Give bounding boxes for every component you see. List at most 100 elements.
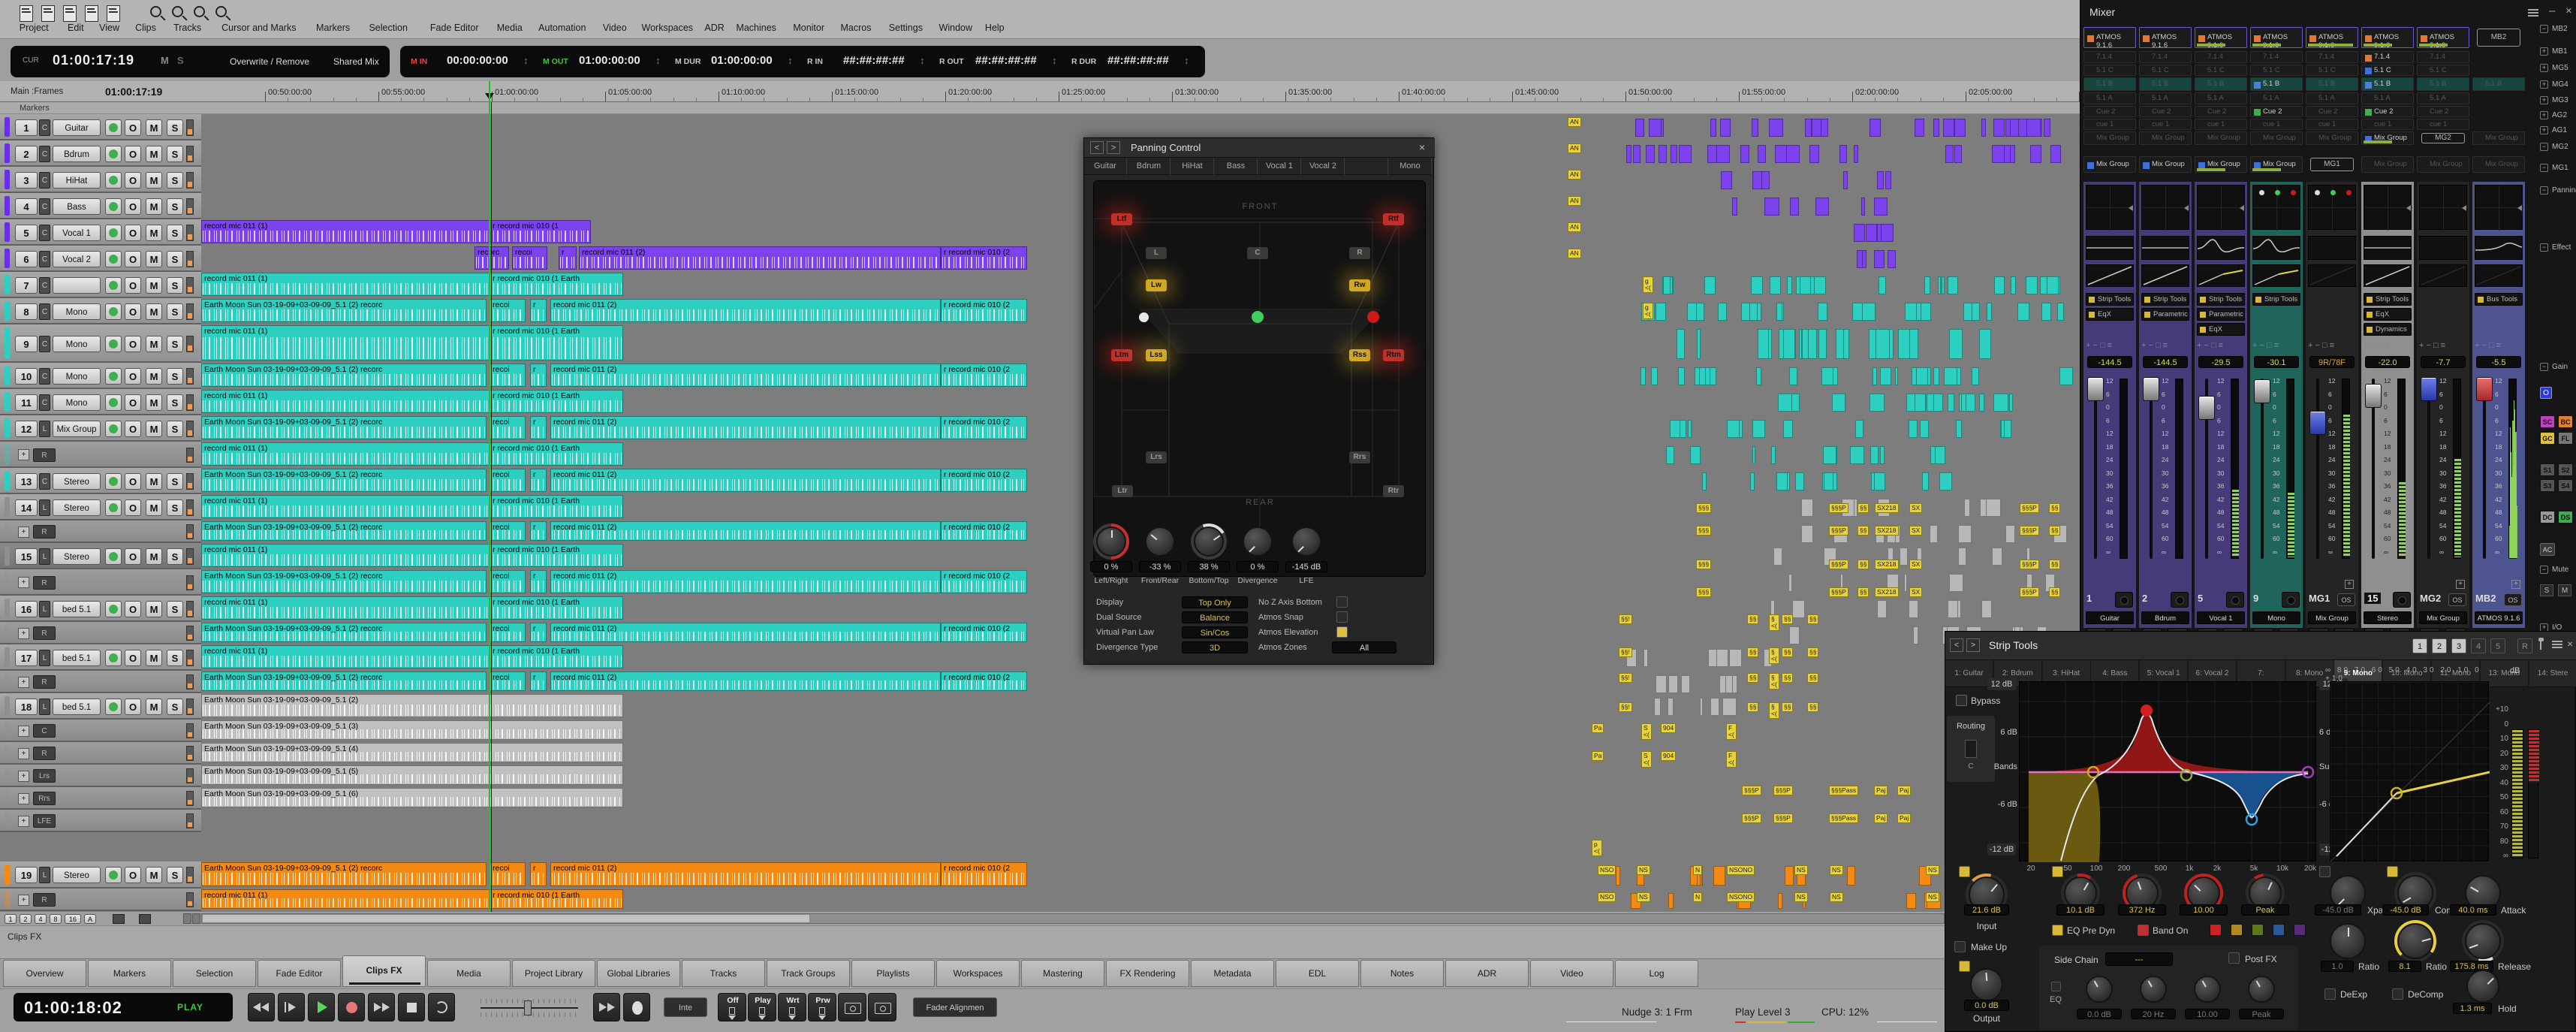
expand-icon[interactable]: + [18, 793, 29, 804]
strip-gain-ramp-display[interactable] [2308, 264, 2356, 287]
clip-fragment[interactable] [1690, 446, 1701, 464]
track-record-ready-button[interactable] [105, 394, 122, 411]
bus-button-5-1-A[interactable]: 5.1 A [2361, 92, 2414, 104]
fx-enable-icon[interactable] [2255, 297, 2261, 303]
clip-fragment[interactable] [1818, 303, 1827, 321]
fader-handle[interactable] [2198, 396, 2215, 420]
clip-fragment[interactable] [1880, 446, 1885, 464]
track-mode-button[interactable]: C [39, 394, 50, 411]
clip-fragment[interactable] [1956, 420, 1962, 438]
knob[interactable] [1243, 527, 1273, 557]
bus-button-ATMOS-9-1-6[interactable]: ATMOS 9.1.6 [2417, 27, 2469, 48]
clip-fragment[interactable] [1656, 675, 1667, 693]
bottom-tab-global-libraries[interactable]: Global Libraries [597, 960, 680, 987]
fx-enable-icon[interactable] [2144, 312, 2150, 318]
offline-clip-badge[interactable]: §§ [1747, 614, 1758, 624]
bus-button-Mix-Group[interactable]: Mix Group [2195, 131, 2247, 145]
menu-edit[interactable]: Edit [59, 23, 92, 38]
bottom-tab-clips-fx[interactable]: Clips FX [342, 955, 426, 987]
transport-rewind-button[interactable] [248, 993, 275, 1021]
bus-button-5-1-C[interactable]: 5.1 C [2083, 65, 2136, 76]
sub-channel-button[interactable]: Rrs [33, 792, 56, 805]
jog-slider[interactable] [481, 999, 578, 1017]
clip-fragment[interactable] [1966, 394, 1975, 412]
clip-fragment[interactable] [1904, 574, 1907, 592]
offline-clip-badge[interactable]: §<( [1769, 673, 1779, 690]
fader-handle[interactable] [2143, 377, 2159, 401]
bottom-tab-log[interactable]: Log [1615, 960, 1698, 987]
clip-fragment[interactable] [1678, 367, 1685, 385]
audio-clip[interactable]: record mic 011 (1) [201, 325, 490, 361]
bus-button-5-1-C[interactable]: 5.1 C [2139, 65, 2192, 76]
fader-handle[interactable] [2254, 379, 2270, 403]
track-number[interactable]: 19 [15, 867, 38, 883]
bus-button-Mix-Group[interactable]: Mix Group [2306, 131, 2358, 145]
snapshot-camera-button-2[interactable] [868, 993, 896, 1021]
audio-clip[interactable]: r [530, 416, 547, 439]
bus-button-5-1-C[interactable]: 5.1 C [2417, 65, 2469, 76]
offline-clip-badge[interactable]: S<( [1641, 723, 1652, 740]
audio-clip[interactable]: record mic 011 (1) [201, 442, 490, 466]
clip-fragment[interactable] [1713, 866, 1725, 886]
bus-button-5-1-A[interactable]: 5.1 A [2250, 92, 2303, 104]
audio-clip[interactable]: Earth Moon Sun 03-19-09+03-09-09_5.1 (2)… [201, 671, 487, 691]
clip-fragment[interactable] [1778, 893, 1782, 909]
fx-slot-Strip-Tools[interactable]: Strip Tools [2252, 293, 2300, 306]
track-number[interactable]: 1 [15, 119, 38, 136]
setting-checkbox-r1[interactable] [1336, 611, 1348, 623]
page-button-1[interactable]: 1 [2412, 638, 2427, 653]
bypass-checkbox[interactable] [1956, 695, 1967, 706]
offline-clip-badge[interactable]: §§ [1782, 647, 1793, 657]
offline-clip-badge[interactable]: §§§P [2020, 503, 2039, 513]
spinner-icon[interactable]: ↕ [920, 55, 925, 66]
track-name[interactable] [53, 277, 101, 294]
setting-value-3[interactable]: 3D [1182, 641, 1248, 653]
bus-button-Mix-Group[interactable]: Mix Group [2361, 131, 2414, 145]
bus-button-Cue-2[interactable]: Cue 2 [2306, 106, 2358, 117]
audio-clip[interactable]: record mic 011 (1) [201, 220, 490, 243]
bottom-tab-media[interactable]: Media [427, 960, 511, 987]
bus-button-cue-1[interactable]: cue 1 [2306, 119, 2358, 130]
clip-fragment[interactable] [1948, 276, 1958, 294]
audio-clip[interactable]: record mic 011 (2) [550, 469, 941, 492]
track-header-16[interactable]: 16Lbed 5.1OMS [0, 596, 201, 622]
offline-clip-badge[interactable]: N [1693, 892, 1702, 902]
clip-fragment[interactable] [1987, 303, 1992, 321]
clip-fragment[interactable] [1679, 145, 1692, 163]
clip-fragment[interactable] [1948, 394, 1954, 412]
track-name[interactable]: Vocal 2 [53, 251, 101, 267]
transport-loop-button[interactable] [428, 993, 455, 1021]
track-header-1[interactable]: 1CGuitarOMS [0, 114, 201, 140]
strip-gain-value[interactable]: -22.0 [2365, 356, 2410, 368]
clip-fragment[interactable] [1874, 472, 1885, 490]
fx-enable-icon[interactable] [2200, 327, 2206, 333]
rail-toggle-MG3[interactable]: + [2540, 96, 2548, 104]
track-s-button[interactable]: S [167, 368, 183, 385]
clip-fragment[interactable] [2001, 420, 2005, 438]
track-s-button[interactable]: S [167, 394, 183, 411]
track-sub-header-18-R[interactable]: +R [0, 742, 201, 765]
track-s-button[interactable]: S [167, 650, 183, 666]
offline-clip-badge[interactable]: p<( [1592, 840, 1602, 856]
menu-fade-editor[interactable]: Fade Editor [419, 23, 490, 38]
strip-tab-1[interactable]: 1: Guitar [1945, 660, 1993, 687]
clip-fragment[interactable] [2030, 145, 2041, 163]
clip-fragment[interactable] [1939, 472, 1953, 490]
bus-button-5-1-B[interactable]: 5.1 B [2361, 77, 2414, 91]
fader-handle[interactable] [2309, 411, 2326, 435]
strip-eq-display[interactable] [2308, 236, 2356, 260]
menu-icon[interactable] [2552, 647, 2562, 648]
clip-fragment[interactable] [1740, 145, 1749, 163]
strip-gain-value[interactable]: -144.5 [2143, 356, 2188, 368]
audio-clip[interactable]: r [530, 364, 547, 387]
clip-fragment[interactable] [1783, 420, 1793, 438]
minimize-icon[interactable]: – [2549, 5, 2555, 17]
track-number[interactable]: 10 [15, 368, 38, 385]
clip-fragment[interactable] [1716, 145, 1731, 163]
snapshot-camera-button-1[interactable] [838, 993, 866, 1021]
r-button[interactable]: R [2517, 638, 2532, 653]
clip-fragment[interactable] [1787, 276, 1793, 294]
clip-fragment[interactable] [1783, 329, 1795, 359]
bottom-tab-mastering[interactable]: Mastering [1021, 960, 1104, 987]
audio-clip[interactable]: record mic 011 (1) [201, 889, 490, 909]
